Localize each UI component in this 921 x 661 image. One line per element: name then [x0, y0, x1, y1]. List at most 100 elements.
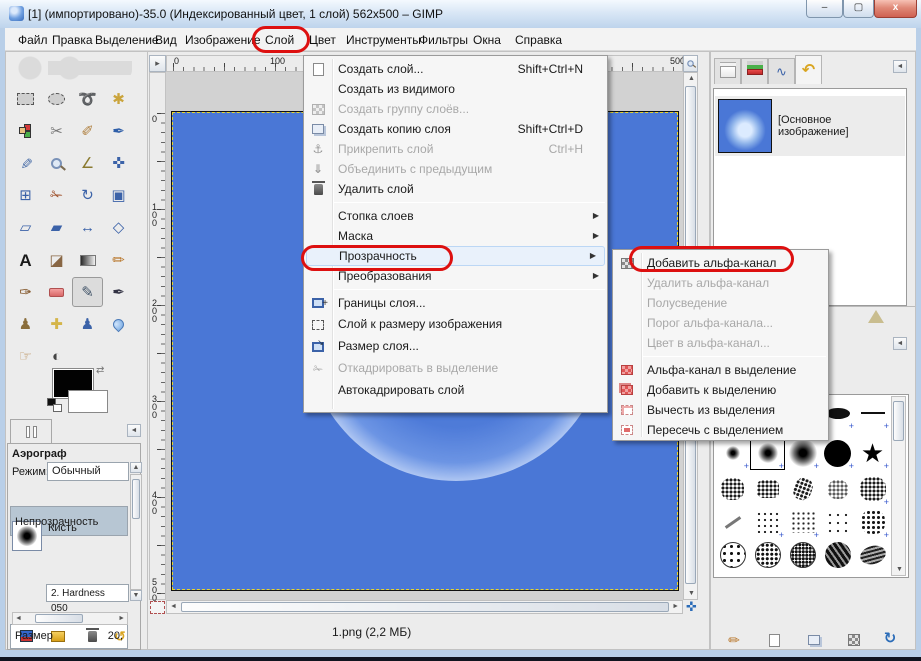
clear-history-icon[interactable]	[868, 310, 884, 323]
tool-eraser[interactable]	[41, 277, 72, 307]
brush-select[interactable]: 2. Hardness 050	[46, 584, 129, 614]
menu-file[interactable]: Файл	[15, 32, 51, 49]
scroll-left-icon[interactable]: ◄	[170, 603, 177, 610]
brush-cell[interactable]	[751, 539, 784, 571]
scroll-up-icon[interactable]: ▲	[688, 75, 695, 82]
tool-color-picker[interactable]: ✎	[10, 148, 41, 178]
tool-airbrush[interactable]: ✎	[72, 277, 103, 308]
tool-cage-transform[interactable]: ◇	[103, 213, 134, 243]
menu-filters[interactable]: Фильтры	[416, 32, 471, 49]
tool-fuzzy-select[interactable]: ✱	[103, 84, 134, 114]
tool-paths[interactable]: ✒	[103, 116, 134, 146]
edit-brush-button[interactable]: ✏	[726, 632, 742, 648]
refresh-brushes-button[interactable]: ↻	[882, 630, 898, 647]
brush-cell[interactable]: ★	[856, 437, 889, 471]
brush-cell[interactable]	[821, 506, 854, 538]
tool-flip[interactable]: ↔	[72, 213, 103, 243]
menu-item-scale-layer[interactable]: Размер слоя...	[304, 332, 607, 357]
scroll-thumb[interactable]	[893, 401, 904, 441]
tool-gradient[interactable]	[72, 245, 103, 275]
tool-rect-select[interactable]	[10, 84, 41, 114]
brush-cell[interactable]	[786, 437, 819, 471]
pan-view-button[interactable]: ✜	[684, 599, 699, 614]
submenu-item-add-to-selection[interactable]: Добавить к выделению	[613, 380, 828, 400]
quick-mask-button[interactable]	[150, 601, 165, 614]
background-color-swatch[interactable]	[68, 390, 108, 413]
tool-pencil[interactable]: ✏	[103, 245, 134, 275]
tab-paths[interactable]: ∿	[768, 58, 795, 84]
default-colors-icon[interactable]	[47, 398, 63, 412]
tool-ellipse-select[interactable]	[41, 84, 72, 114]
brush-cell[interactable]	[856, 397, 889, 431]
tool-move[interactable]: ✜	[103, 148, 134, 178]
brush-cell[interactable]	[821, 473, 854, 505]
canvas-hscrollbar[interactable]: ◄ ►	[166, 600, 683, 614]
tool-foreground-select[interactable]: ✐	[72, 116, 103, 146]
minimize-button[interactable]: –	[806, 0, 843, 18]
tool-perspective[interactable]: ▰	[41, 213, 72, 243]
tab-layers[interactable]	[714, 58, 741, 84]
maximize-button[interactable]: ▢	[843, 0, 874, 18]
tool-shear[interactable]: ▱	[10, 213, 41, 243]
brush-cell[interactable]	[856, 473, 889, 507]
menu-edit[interactable]: Правка	[49, 32, 96, 49]
brush-cell[interactable]	[716, 473, 749, 505]
tool-smudge[interactable]: ☞	[10, 342, 41, 372]
dock-menu-button[interactable]: ◄	[893, 60, 907, 73]
menu-help[interactable]: Справка	[512, 32, 565, 49]
new-brush-button[interactable]	[766, 633, 782, 647]
tool-paintbrush[interactable]: ✑	[10, 277, 41, 307]
menu-colors[interactable]: Цвет	[306, 32, 339, 49]
menu-item-autocrop-layer[interactable]: Автокадрировать слой	[304, 379, 607, 401]
submenu-item-subtract-from-selection[interactable]: Вычесть из выделения	[613, 400, 828, 420]
tool-ink[interactable]: ✒	[103, 277, 134, 307]
brush-cell[interactable]	[751, 506, 784, 540]
tab-undo-history[interactable]: ↶	[795, 55, 822, 84]
tool-scale[interactable]: ▣	[103, 181, 134, 211]
scroll-thumb[interactable]	[132, 479, 140, 519]
swap-colors-icon[interactable]: ⇄	[96, 365, 104, 376]
brush-cell[interactable]	[786, 506, 819, 540]
brush-cell[interactable]	[716, 437, 749, 471]
delete-brush-button[interactable]	[846, 633, 862, 647]
tool-select-by-color[interactable]	[10, 116, 41, 146]
tool-scissors[interactable]: ✂	[41, 116, 72, 146]
options-hscrollbar[interactable]: ◄ ►	[12, 612, 128, 625]
scroll-down-icon[interactable]: ▼	[896, 566, 903, 573]
brush-cell-selected[interactable]	[750, 436, 785, 471]
brush-cell[interactable]	[786, 473, 819, 505]
tool-text[interactable]: A	[10, 245, 41, 275]
size-slider[interactable]: Размер 20,	[10, 624, 128, 649]
tool-align[interactable]: ⊞	[10, 181, 41, 211]
scroll-thumb[interactable]	[35, 614, 83, 623]
menu-view[interactable]: Вид	[152, 32, 180, 49]
brush-cell[interactable]	[786, 539, 819, 571]
options-scroll-down[interactable]: ▼	[130, 590, 142, 601]
brush-cell[interactable]	[821, 437, 854, 471]
submenu-item-intersect-with-selection[interactable]: Пересечь с выделением	[613, 420, 828, 440]
menu-item-mask[interactable]: Маска ▶	[304, 226, 607, 246]
scroll-thumb[interactable]	[181, 602, 669, 612]
delete-options-button[interactable]	[84, 627, 100, 643]
vertical-ruler[interactable]: 0 100 200 300 400 500	[149, 72, 166, 603]
dock-menu-button[interactable]: ◄	[127, 424, 141, 437]
ruler-corner-button[interactable]: ▸	[149, 55, 166, 72]
options-scroll-up[interactable]: ▲	[130, 462, 142, 473]
mode-select[interactable]: Обычный	[47, 462, 129, 481]
tab-tool-options[interactable]	[10, 419, 52, 444]
menu-item-new-from-visible[interactable]: Создать из видимого	[304, 79, 607, 99]
submenu-item-alpha-to-selection[interactable]: Альфа-канал в выделение	[613, 360, 828, 380]
menu-windows[interactable]: Окна	[470, 32, 504, 49]
scroll-left-icon[interactable]: ◄	[15, 615, 22, 622]
tab-channels[interactable]	[741, 58, 768, 84]
brush-cell[interactable]	[856, 539, 889, 571]
tool-free-select[interactable]: ➰	[72, 84, 103, 114]
brushes-scrollbar[interactable]: ▼	[891, 396, 906, 576]
tool-rotate[interactable]: ↻	[72, 181, 103, 211]
brush-cell[interactable]	[821, 539, 854, 571]
menu-item-layer-stack[interactable]: Стопка слоев ▶	[304, 206, 607, 226]
menu-item-layer-to-image-size[interactable]: Слой к размеру изображения	[304, 313, 607, 335]
menu-item-layer-boundary[interactable]: Границы слоя...	[304, 293, 607, 314]
undo-history-item[interactable]: [Основное изображение]	[715, 96, 905, 156]
menu-item-delete-layer[interactable]: Удалить слой	[304, 179, 607, 199]
